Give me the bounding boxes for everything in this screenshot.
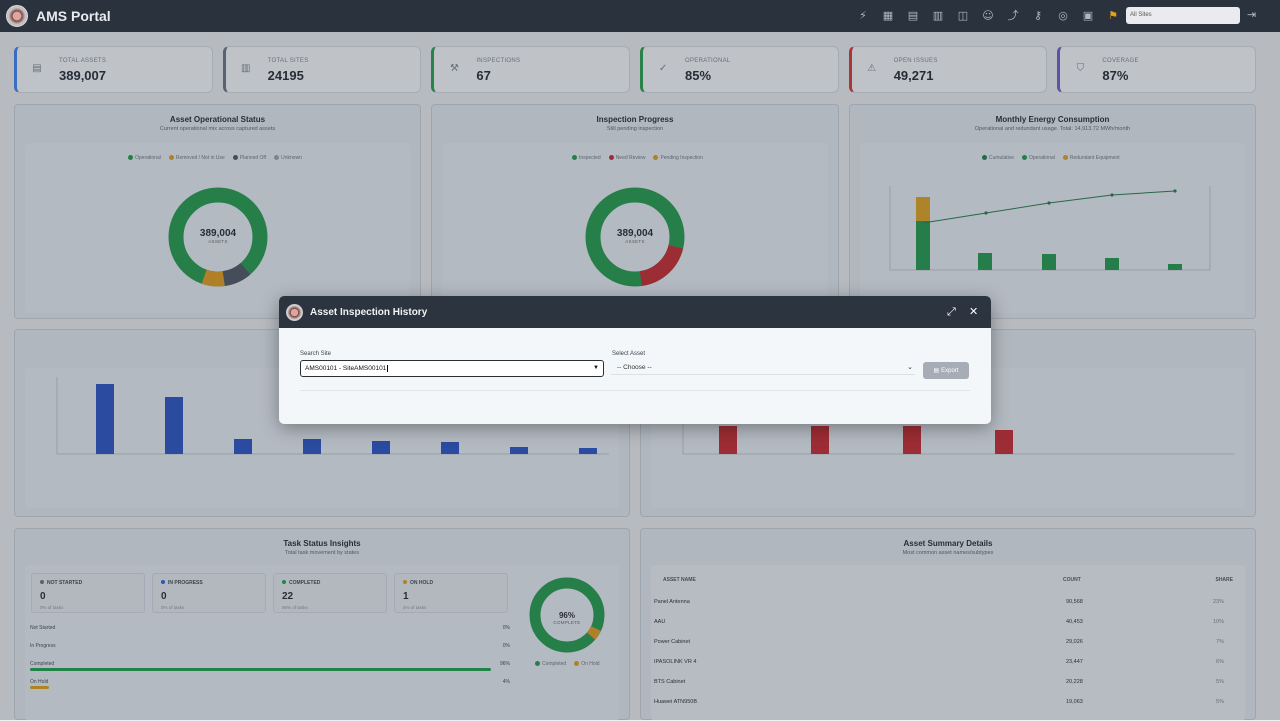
inspection-history-modal: Asset Inspection History ⤢ ✕ Search Site… xyxy=(279,296,991,424)
key-icon[interactable]: ⚷ xyxy=(1029,8,1047,24)
asset-select-value: -- Choose -- xyxy=(617,364,652,371)
modal-logo xyxy=(286,303,303,321)
chevron-down-icon: ⌄ xyxy=(907,364,913,371)
box-icon[interactable]: ◫ xyxy=(954,8,972,24)
asset-field-label: Select Asset xyxy=(612,351,646,357)
site-field-label: Search Site xyxy=(300,351,332,357)
site-search-value: AMS00101 - SiteAMS00101 xyxy=(305,365,387,372)
maximize-icon[interactable]: ⤢ xyxy=(947,305,956,319)
modal-header: Asset Inspection History ⤢ ✕ xyxy=(279,296,991,328)
chevron-down-icon[interactable]: ▼ xyxy=(593,365,599,371)
export-label: Export xyxy=(941,368,959,374)
clipboard-icon[interactable]: ▤ xyxy=(904,8,922,24)
file-icon: ▤ xyxy=(933,367,942,374)
asset-select[interactable]: -- Choose -- ⌄ xyxy=(611,360,915,375)
calendar-icon[interactable]: ▣ xyxy=(1079,8,1097,24)
user-icon[interactable]: ☺ xyxy=(979,8,997,24)
bolt-icon[interactable]: ⚡ xyxy=(854,8,872,24)
top-bar: AMS Portal ⚡ ▦ ▤ ▥ ◫ ☺ ⤴ ⚷ ◎ ▣ ⚑ All Sites ⇥ xyxy=(0,0,1280,32)
divider xyxy=(300,390,970,391)
flag-icon[interactable]: ⚑ xyxy=(1104,8,1122,24)
modal-title: Asset Inspection History xyxy=(310,306,428,318)
grid-icon[interactable]: ▦ xyxy=(879,8,897,24)
logo xyxy=(6,5,28,27)
logout-icon[interactable]: ⇥ xyxy=(1247,8,1256,21)
map-icon[interactable]: ▥ xyxy=(929,8,947,24)
site-search-input[interactable]: AMS00101 - SiteAMS00101 ▼ xyxy=(300,360,604,377)
globe-icon[interactable]: ◎ xyxy=(1054,8,1072,24)
nav-icons: ⚡ ▦ ▤ ▥ ◫ ☺ ⤴ ⚷ ◎ ▣ ⚑ xyxy=(854,8,1122,24)
route-icon[interactable]: ⤴ xyxy=(1004,8,1022,24)
site-select[interactable]: All Sites xyxy=(1126,7,1240,24)
app-title: AMS Portal xyxy=(36,8,111,24)
export-button[interactable]: ▤ Export xyxy=(923,362,969,379)
close-icon[interactable]: ✕ xyxy=(969,305,978,318)
